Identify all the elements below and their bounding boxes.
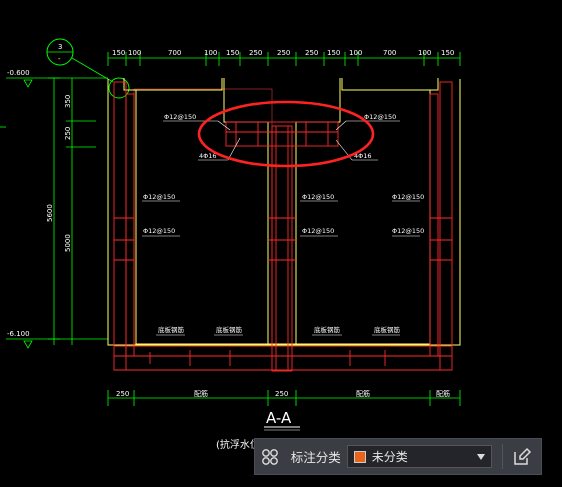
highlight-ellipse	[197, 100, 375, 168]
rebar-label: Φ12@150	[302, 227, 334, 235]
category-select-value: 未分类	[371, 450, 408, 464]
cad-drawing-canvas[interactable]: 150 100 700 100 150 250 250 250 150 100 …	[0, 0, 562, 487]
edit-icon[interactable]	[503, 439, 541, 474]
elevation-top: -0.600	[7, 69, 30, 77]
left-dim: 250	[64, 127, 72, 140]
rebar-label: Φ12@150	[392, 193, 424, 201]
section-title: A-A	[266, 409, 292, 427]
rebar-label: Φ12@150	[164, 113, 196, 121]
rebar-label: Φ12@150	[364, 113, 396, 121]
elevation-bottom: -6.100	[7, 330, 30, 338]
top-dim: 100	[204, 49, 217, 57]
top-dim: 100	[349, 49, 362, 57]
top-dim: 100	[418, 49, 431, 57]
top-dimension-texts: 150 100 700 100 150 250 250 250 150 100 …	[112, 49, 454, 57]
detail-marker: 3 -	[46, 38, 130, 99]
top-dim: 150	[327, 49, 340, 57]
rebar-label: Φ12@150	[143, 227, 175, 235]
grid-four-circles-icon[interactable]	[255, 439, 285, 474]
rebar-label: Φ12@150	[143, 193, 175, 201]
category-color-swatch	[353, 450, 366, 463]
top-dim: 150	[112, 49, 125, 57]
top-dim: 250	[277, 49, 290, 57]
top-dim: 700	[168, 49, 181, 57]
rebar-leaders	[142, 120, 420, 336]
annotation-category-label: 标注分类	[290, 450, 341, 465]
rebar-label: Φ12@150	[392, 227, 424, 235]
bottom-dim: 250	[275, 390, 288, 398]
chevron-down-icon	[477, 453, 486, 460]
top-dim: 250	[249, 49, 262, 57]
top-dim: 100	[128, 49, 141, 57]
top-dim: 700	[383, 49, 396, 57]
annotation-toolbar: 标注分类 未分类	[254, 438, 542, 475]
bottom-dim: 配筋	[356, 389, 370, 398]
left-dim: 5600	[46, 204, 54, 222]
wall-outline	[107, 78, 461, 346]
left-dim: 350	[64, 95, 72, 108]
bottom-rebar-label: 底板钢筋	[158, 325, 185, 334]
bottom-dim: 配筋	[194, 389, 208, 398]
detail-marker-number: 3	[58, 43, 62, 51]
detail-marker-sheet: -	[58, 55, 61, 63]
annotation-category-select[interactable]: 未分类	[346, 445, 493, 468]
left-dim: 5000	[64, 234, 72, 252]
left-dimension	[0, 77, 108, 349]
bottom-dim: 250	[116, 390, 129, 398]
top-dim: 250	[305, 49, 318, 57]
top-dim: 150	[441, 49, 454, 57]
rebar-label: Φ12@150	[302, 193, 334, 201]
bottom-rebar-label: 底板钢筋	[314, 325, 341, 334]
bottom-rebar-label: 底板钢筋	[216, 325, 243, 334]
bottom-rebar-label: 底板钢筋	[374, 325, 401, 334]
top-dim: 150	[226, 49, 239, 57]
bottom-dim: 配筋	[436, 389, 450, 398]
